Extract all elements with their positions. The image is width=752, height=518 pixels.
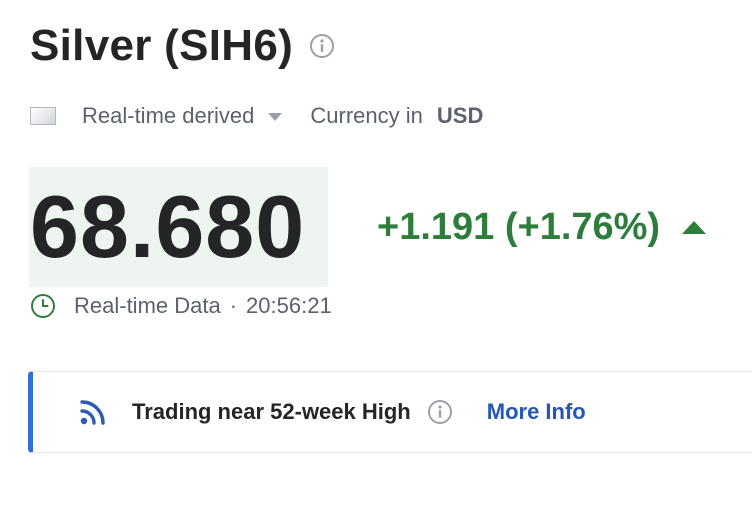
info-icon[interactable] [309, 33, 335, 59]
data-type-dropdown[interactable]: Real-time derived [82, 103, 283, 129]
chevron-down-icon [268, 113, 283, 121]
price-change: +1.191 (+1.76%) [377, 203, 707, 251]
alert-text: Trading near 52-week High [132, 399, 411, 424]
realtime-label: Real-time Data [74, 293, 221, 318]
currency-label: Currency in [310, 103, 423, 128]
flag-icon [30, 107, 56, 125]
title-row: Silver (SIH6) [30, 18, 335, 74]
clock-icon [31, 294, 55, 318]
last-price: 68.680 [30, 177, 306, 276]
trading-alert: Trading near 52-week High More Info [28, 371, 752, 453]
separator: · [229, 293, 238, 318]
price-change-value: +1.191 (+1.76%) [377, 205, 661, 248]
arrow-up-icon [682, 220, 707, 234]
signal-icon [80, 400, 105, 425]
page-title: Silver (SIH6) [30, 21, 294, 70]
meta-row: Real-time derived Currency in USD [30, 100, 483, 132]
quote-time: 20:56:21 [246, 293, 332, 318]
currency-code: USD [436, 103, 484, 128]
more-info-link[interactable]: More Info [487, 399, 586, 425]
data-type-label: Real-time derived [82, 103, 255, 128]
realtime-status: Real-time Data · 20:56:21 [30, 290, 332, 322]
info-icon[interactable] [427, 399, 453, 425]
